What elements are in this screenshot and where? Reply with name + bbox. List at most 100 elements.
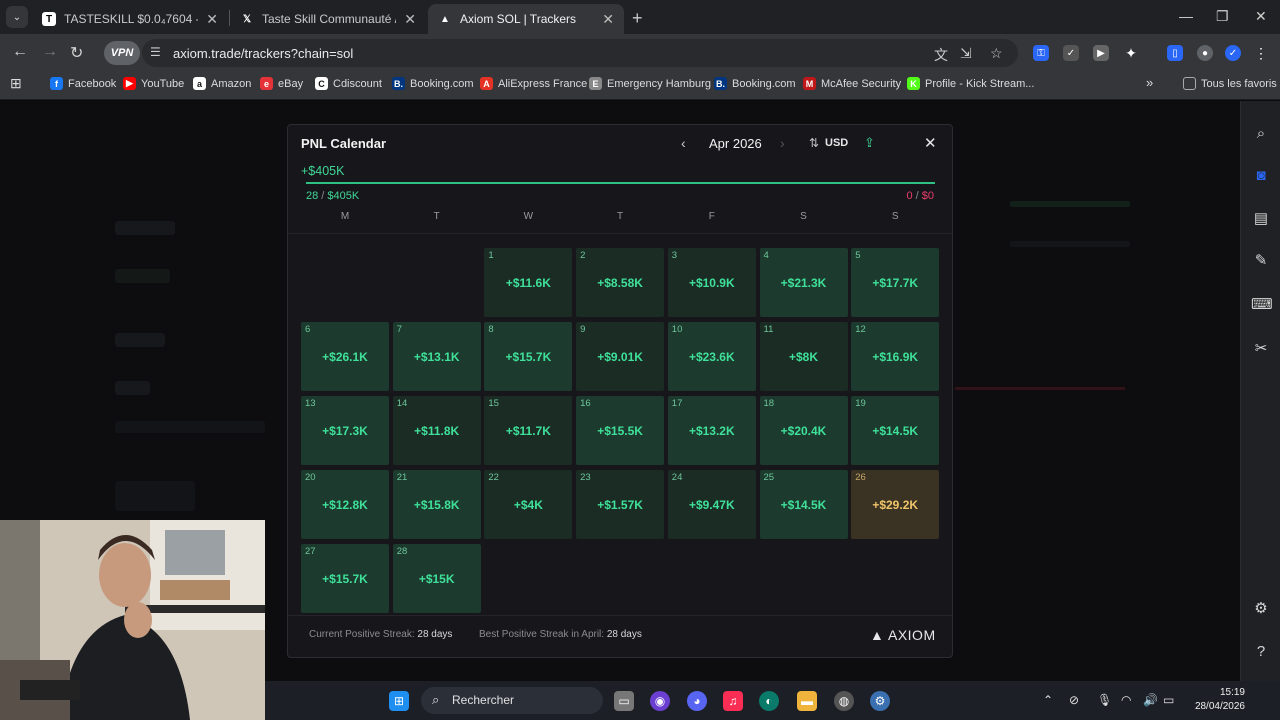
bookmark-item[interactable]: B. Booking.com [714, 77, 796, 90]
calendar-day-cell[interactable]: 11 +$8K [759, 322, 848, 391]
close-tab-icon[interactable]: ✕ [602, 11, 614, 28]
help-icon[interactable]: ? [1251, 643, 1271, 663]
games-controller-icon[interactable]: ⌨ [1251, 295, 1273, 315]
close-tab-icon[interactable]: ✕ [206, 11, 218, 28]
calendar-day-cell[interactable]: 2 +$8.58K [576, 248, 665, 317]
extension-lock-icon[interactable]: ⚿ [1033, 45, 1049, 61]
calendar-day-cell[interactable]: 6 +$26.1K [301, 322, 389, 391]
bookmark-item[interactable]: e eBay [260, 77, 303, 90]
sidebar-settings-icon[interactable]: ⚙ [1251, 599, 1271, 619]
bookmark-item[interactable]: M McAfee Security [803, 77, 901, 90]
calendar-day-cell[interactable]: 21 +$15.8K [392, 470, 481, 539]
tray-microphone-icon[interactable]: 🎙 [1097, 693, 1112, 707]
calendar-day-cell[interactable]: 16 +$15.5K [576, 396, 665, 465]
tray-network-off-icon[interactable]: ⊘ [1069, 693, 1079, 707]
shopping-icon[interactable]: ▤ [1251, 209, 1271, 229]
bookmarks-overflow-icon[interactable]: » [1146, 75, 1153, 90]
bookmark-star-icon[interactable]: ☆ [990, 45, 1003, 62]
calendar-day-cell[interactable]: 27 +$15.7K [301, 544, 389, 613]
address-bar[interactable]: ☰ axiom.trade/trackers?chain=sol 文 ⇲ ☆ [142, 39, 1018, 67]
calendar-day-cell[interactable]: 28 +$15K [392, 544, 481, 613]
calendar-day-cell[interactable]: 24 +$9.47K [667, 470, 756, 539]
close-window-icon[interactable]: ✕ [1255, 8, 1267, 25]
calendar-day-cell[interactable]: 1 +$11.6K [484, 248, 573, 317]
windows-start-icon[interactable]: ⊞ [389, 691, 409, 711]
share-export-icon[interactable]: ⇪ [864, 135, 875, 151]
bookmark-item[interactable]: ▶ YouTube [123, 77, 184, 90]
apps-grid-icon[interactable]: ⊞ [10, 75, 22, 92]
tab-search-button[interactable]: ⌄ [6, 6, 28, 28]
app-notification-icon[interactable]: ◍ [834, 691, 854, 711]
extension-video-icon[interactable]: ▶ [1093, 45, 1109, 61]
calendar-day-cell[interactable]: 5 +$17.7K [851, 248, 940, 317]
new-tab-button[interactable]: + [632, 8, 643, 29]
url-text[interactable]: axiom.trade/trackers?chain=sol [173, 46, 353, 61]
calendar-day-cell[interactable]: 22 +$4K [484, 470, 573, 539]
task-view-icon[interactable]: ▭ [614, 691, 634, 711]
calendar-day-cell[interactable]: 7 +$13.1K [392, 322, 481, 391]
calendar-day-cell[interactable]: 13 +$17.3K [301, 396, 389, 465]
tray-chevron-up-icon[interactable]: ⌃ [1043, 693, 1053, 707]
bookmark-item[interactable]: E Emergency Hamburg [589, 77, 711, 90]
edge-icon[interactable]: ◐ [759, 691, 779, 711]
tab-x[interactable]: 𝕏 Taste Skill Communauté / X ✕ [230, 4, 426, 34]
tab-tasteskill[interactable]: T TASTESKILL $0.0₄7604 - Taste Sk ✕ [32, 4, 228, 34]
browser-app-icon[interactable]: ◉ [650, 691, 670, 711]
extensions-puzzle-icon[interactable]: ✦ [1123, 45, 1139, 61]
chevron-right-icon[interactable]: › [780, 135, 785, 151]
bookmark-item[interactable]: C Cdiscount [315, 77, 382, 90]
calendar-day-cell[interactable]: 25 +$14.5K [759, 470, 848, 539]
tray-battery-icon[interactable]: ▭ [1163, 693, 1174, 707]
calendar-day-cell[interactable]: 9 +$9.01K [576, 322, 665, 391]
currency-toggle[interactable]: USD [825, 137, 848, 149]
calendar-day-cell[interactable]: 15 +$11.7K [484, 396, 573, 465]
install-app-icon[interactable]: ⇲ [960, 45, 972, 62]
calendar-day-cell[interactable]: 10 +$23.6K [667, 322, 756, 391]
close-tab-icon[interactable]: ✕ [404, 11, 416, 28]
calendar-day-cell[interactable]: 26 +$29.2K [851, 470, 940, 539]
calendar-day-cell[interactable]: 20 +$12.8K [301, 470, 389, 539]
minimize-icon[interactable]: — [1179, 8, 1193, 24]
search-icon[interactable]: ⌕ [1251, 125, 1271, 145]
close-modal-icon[interactable]: ✕ [924, 134, 937, 152]
calendar-day-cell[interactable]: 23 +$1.57K [576, 470, 665, 539]
tab-axiom[interactable]: ▲ Axiom SOL | Trackers ✕ [428, 4, 624, 34]
calendar-day-cell[interactable]: 8 +$15.7K [484, 322, 573, 391]
reload-icon[interactable]: ↻ [70, 43, 83, 63]
vpn-badge[interactable]: VPN [104, 41, 140, 65]
site-info-icon[interactable]: ☰ [150, 45, 161, 59]
forward-icon[interactable]: → [42, 43, 58, 61]
bookmark-item[interactable]: K Profile - Kick Stream... [907, 77, 1034, 90]
translate-icon[interactable]: 文 [934, 45, 948, 65]
swap-currency-icon[interactable]: ⇅ [809, 136, 819, 150]
back-icon[interactable]: ← [12, 43, 28, 61]
extension-shield-icon[interactable]: ✓ [1063, 45, 1079, 61]
tools-icon[interactable]: ✂ [1251, 339, 1271, 359]
discord-icon[interactable]: ◕ [687, 691, 707, 711]
calendar-day-cell[interactable]: 17 +$13.2K [667, 396, 756, 465]
file-explorer-icon[interactable]: ▬ [797, 691, 817, 711]
calendar-day-cell[interactable]: 14 +$11.8K [392, 396, 481, 465]
sidebar-toggle-icon[interactable]: ▯ [1167, 45, 1183, 61]
profile-icon[interactable]: ● [1197, 45, 1213, 61]
restore-icon[interactable]: ❐ [1216, 8, 1229, 25]
chevron-left-icon[interactable]: ‹ [681, 135, 686, 151]
bookmark-item[interactable]: A AliExpress France [480, 77, 587, 90]
tray-wifi-icon[interactable]: ◠ [1121, 693, 1131, 707]
calendar-day-cell[interactable]: 18 +$20.4K [759, 396, 848, 465]
bookmark-item[interactable]: a Amazon [193, 77, 251, 90]
notes-edit-icon[interactable]: ✎ [1251, 251, 1271, 271]
calendar-day-cell[interactable]: 19 +$14.5K [851, 396, 940, 465]
bookmark-item[interactable]: f Facebook [50, 77, 116, 90]
copilot-chat-icon[interactable]: ◙ [1251, 167, 1271, 187]
sync-check-icon[interactable]: ✓ [1225, 45, 1241, 61]
calendar-day-cell[interactable]: 4 +$21.3K [759, 248, 848, 317]
calendar-day-cell[interactable]: 3 +$10.9K [667, 248, 756, 317]
calendar-day-cell[interactable]: 12 +$16.9K [851, 322, 940, 391]
all-bookmarks-folder[interactable]: Tous les favoris [1183, 77, 1277, 90]
menu-kebab-icon[interactable]: ⋮ [1253, 45, 1269, 61]
tray-volume-icon[interactable]: 🔊 [1143, 693, 1158, 707]
taskbar-clock[interactable]: 15:19 28/04/2026 [1185, 686, 1245, 714]
bookmark-item[interactable]: B. Booking.com [392, 77, 474, 90]
settings-gear-icon[interactable]: ⚙ [870, 691, 890, 711]
